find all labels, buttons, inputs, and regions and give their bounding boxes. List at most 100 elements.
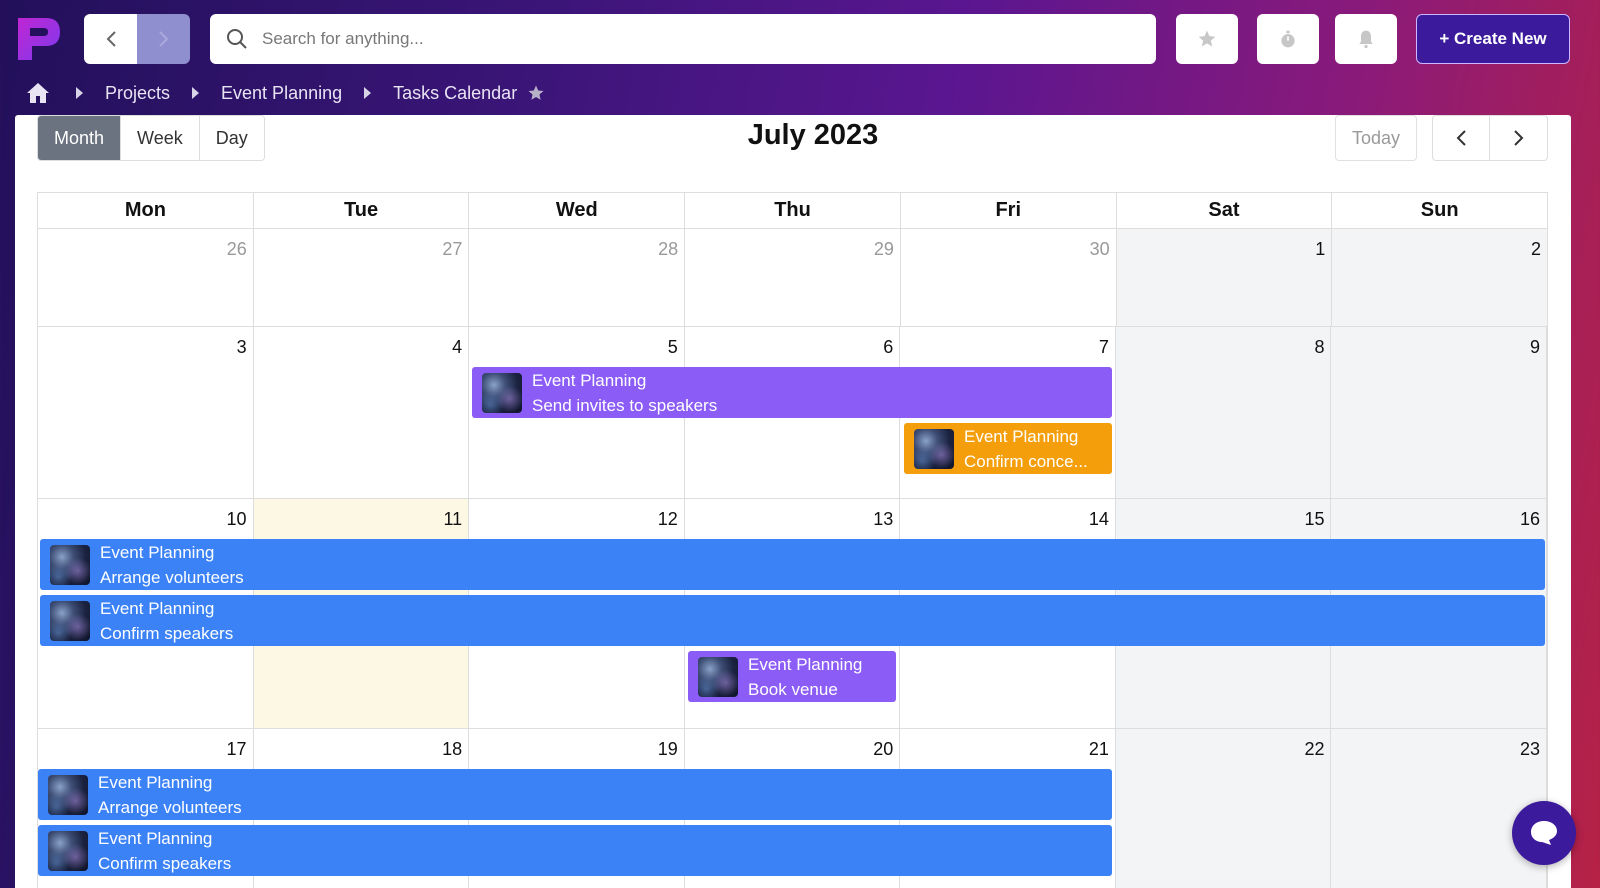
day-number: 29	[873, 239, 894, 259]
event-project: Event Planning	[964, 426, 1079, 446]
event-task: Confirm speakers	[100, 623, 234, 643]
day-cell[interactable]: 3	[38, 327, 254, 498]
day-number: 16	[1520, 509, 1541, 529]
breadcrumb-tasks-calendar: Tasks Calendar	[393, 82, 518, 103]
forward-arrow-icon	[158, 31, 168, 47]
logo-icon[interactable]	[14, 14, 64, 64]
day-number: 8	[1314, 337, 1325, 357]
day-cell[interactable]: 1	[1116, 229, 1333, 326]
day-number: 10	[226, 509, 247, 529]
weekday-label: Mon	[38, 193, 254, 228]
search-input[interactable]	[262, 29, 1122, 49]
day-number: 22	[1304, 739, 1325, 759]
month-navigation	[1432, 115, 1548, 161]
chat-bubble-icon	[1531, 821, 1557, 845]
chat-button[interactable]	[1512, 801, 1576, 865]
week-row: 3 4 5 6 7 8 9 Event Planning Send invites…	[37, 327, 1548, 499]
event-project: Event Planning	[98, 828, 213, 848]
day-number: 15	[1304, 509, 1325, 529]
event-confirm-speakers[interactable]: Event Planning Confirm speakers	[40, 595, 1545, 646]
timer-button[interactable]	[1257, 14, 1319, 64]
weekday-header: Mon Tue Wed Thu Fri Sat Sun	[37, 192, 1548, 229]
event-task: Book venue	[748, 679, 838, 699]
event-task: Send invites to speakers	[532, 395, 718, 415]
event-project: Event Planning	[748, 654, 863, 674]
day-number: 28	[658, 239, 679, 259]
day-cell[interactable]: 29	[685, 229, 901, 326]
day-number: 18	[442, 739, 463, 759]
forward-button[interactable]	[137, 14, 190, 64]
favorites-button[interactable]	[1176, 14, 1238, 64]
timer-icon	[1281, 30, 1295, 48]
day-number: 27	[442, 239, 463, 259]
day-number: 11	[443, 509, 463, 529]
breadcrumb: Projects Event Planning Tasks Calendar	[26, 78, 545, 108]
event-task: Arrange volunteers	[100, 567, 244, 587]
day-number: 14	[1088, 509, 1109, 529]
day-number: 26	[226, 239, 247, 259]
event-task: Confirm conce...	[964, 451, 1088, 471]
month-grid: Mon Tue Wed Thu Fri Sat Sun 26 27 28 29 …	[37, 192, 1548, 888]
project-thumbnail	[48, 830, 88, 871]
search-bar[interactable]	[210, 14, 1156, 64]
project-thumbnail	[48, 774, 88, 815]
event-task: Arrange volunteers	[98, 797, 242, 817]
event-send-invites-to-speakers[interactable]: Event Planning Send invites to speakers	[472, 367, 1112, 418]
day-cell[interactable]: 23	[1331, 729, 1548, 888]
day-cell[interactable]: 28	[469, 229, 686, 326]
breadcrumb-separator-icon	[192, 87, 200, 99]
day-number: 2	[1531, 239, 1542, 259]
weekday-label: Fri	[901, 193, 1117, 228]
home-icon[interactable]	[26, 82, 50, 104]
event-confirm-speakers[interactable]: Event Planning Confirm speakers	[38, 825, 1112, 876]
next-month-button[interactable]	[1490, 116, 1547, 160]
chevron-right-icon	[1513, 130, 1523, 146]
day-cell[interactable]: 30	[901, 229, 1117, 326]
event-arrange-volunteers[interactable]: Event Planning Arrange volunteers	[38, 769, 1112, 820]
day-cell[interactable]: 27	[254, 229, 470, 326]
event-confirm-concessions[interactable]: Event Planning Confirm conce...	[904, 423, 1112, 474]
today-button[interactable]: Today	[1335, 115, 1417, 161]
day-number: 9	[1530, 337, 1541, 357]
project-thumbnail	[50, 600, 90, 641]
day-number: 4	[452, 337, 463, 357]
day-cell[interactable]: 22	[1115, 729, 1332, 888]
day-cell[interactable]: 4	[254, 327, 470, 498]
week-row: 17 18 19 20 21 22 23 Event Planning Arran…	[37, 729, 1548, 888]
day-number: 7	[1098, 337, 1109, 357]
back-button[interactable]	[84, 14, 137, 64]
event-arrange-volunteers[interactable]: Event Planning Arrange volunteers	[40, 539, 1545, 590]
event-project: Event Planning	[98, 772, 213, 792]
day-number: 1	[1315, 239, 1326, 259]
day-number: 12	[657, 509, 678, 529]
previous-month-button[interactable]	[1433, 116, 1491, 160]
week-row: 26 27 28 29 30 1 2	[37, 229, 1548, 327]
favorite-star-icon[interactable]	[527, 84, 545, 102]
week-row: 10 11 12 13 14 15 16 Event Planning Arran…	[37, 499, 1548, 729]
breadcrumb-event-planning[interactable]: Event Planning	[221, 83, 342, 104]
breadcrumb-projects[interactable]: Projects	[105, 83, 170, 104]
event-project: Event Planning	[100, 598, 215, 618]
star-icon	[1198, 30, 1216, 47]
project-thumbnail	[482, 372, 522, 413]
event-task: Confirm speakers	[98, 853, 232, 873]
day-cell[interactable]: 26	[38, 229, 254, 326]
weekday-label: Wed	[469, 193, 686, 228]
weekday-label: Tue	[254, 193, 470, 228]
weekday-label: Sat	[1117, 193, 1333, 228]
breadcrumb-separator-icon	[364, 87, 372, 99]
day-number: 13	[873, 509, 894, 529]
notifications-button[interactable]	[1335, 14, 1397, 64]
day-number: 17	[226, 739, 247, 759]
day-number: 6	[883, 337, 894, 357]
event-book-venue[interactable]: Event Planning Book venue	[688, 651, 896, 702]
day-cell[interactable]: 9	[1331, 327, 1548, 498]
bell-icon	[1359, 30, 1373, 49]
event-project: Event Planning	[532, 370, 647, 390]
event-project: Event Planning	[100, 542, 215, 562]
day-cell[interactable]: 2	[1332, 229, 1548, 326]
create-new-button[interactable]: + Create New	[1416, 14, 1570, 64]
weekday-label: Sun	[1420, 199, 1459, 221]
day-number: 5	[667, 337, 678, 357]
day-cell[interactable]: 8	[1115, 327, 1332, 498]
